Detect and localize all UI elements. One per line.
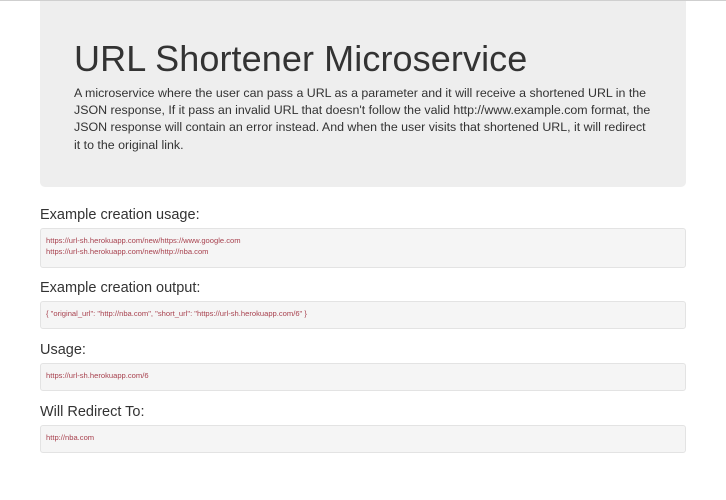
usage-short-url[interactable]: https://url-sh.herokuapp.com/6	[46, 371, 680, 382]
creation-output-json: { "original_url": "http://nba.com", "sho…	[46, 309, 307, 318]
creation-usage-example-nba[interactable]: https://url-sh.herokuapp.com/new/http://…	[46, 247, 680, 258]
redirect-heading: Will Redirect To:	[40, 404, 145, 420]
page-title: URL Shortener Microservice	[74, 38, 528, 79]
creation-usage-example-google[interactable]: https://url-sh.herokuapp.com/new/https:/…	[46, 236, 680, 247]
page-description: A microservice where the user can pass a…	[74, 86, 651, 152]
creation-usage-heading: Example creation usage:	[40, 207, 200, 223]
creation-output-heading: Example creation output:	[40, 280, 201, 296]
redirect-code-block: http://nba.com	[40, 425, 686, 453]
usage-code-block: https://url-sh.herokuapp.com/6	[40, 363, 686, 391]
creation-usage-code-block: https://url-sh.herokuapp.com/new/https:/…	[40, 228, 686, 268]
usage-heading: Usage:	[40, 342, 86, 358]
redirect-target-url[interactable]: http://nba.com	[46, 433, 680, 444]
page-container: URL Shortener Microservice A microservic…	[40, 1, 686, 453]
jumbotron: URL Shortener Microservice A microservic…	[40, 1, 686, 187]
creation-output-code-block: { "original_url": "http://nba.com", "sho…	[40, 301, 686, 329]
